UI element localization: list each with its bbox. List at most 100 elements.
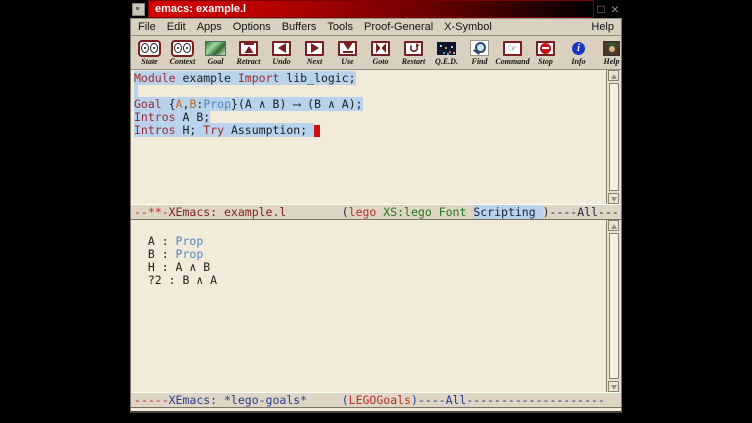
menu-item-tools[interactable]: Tools [327,21,353,33]
text-segment: A : [134,234,176,248]
toolbar-button-undo[interactable]: Undo [265,37,298,68]
toolbar-button-use[interactable]: Use [331,37,364,68]
modeline-goals: -----XEmacs: *lego-goals* (LEGOGoals)---… [131,392,621,408]
modeline-segment: )----All---- [543,205,621,219]
menu-item-help[interactable]: Help [591,21,614,33]
toolbar-button-context[interactable]: Context [166,37,199,68]
scroll-down-icon[interactable] [608,381,619,392]
modeline-segment: --**- [134,205,169,219]
script-buffer[interactable]: Module example Import lib_logic;Goal {A,… [131,70,621,204]
eyes-icon [138,40,161,57]
toolbar-button-label: Context [170,58,196,66]
text-segment: Assumption; [224,123,314,137]
next-arrow-icon [305,41,324,56]
toolbar-button-label: State [141,58,157,66]
scrollbar-thumb[interactable] [609,233,619,379]
modeline-segment: ( [307,393,349,407]
toolbar-button-goto[interactable]: Goto [364,37,397,68]
text-segment: Module [134,71,176,85]
toolbar-button-label: Goal [208,58,224,66]
buffer-line: Module example Import lib_logic; [134,72,604,85]
modeline-segment: Font [439,205,467,219]
toolbar-button-next[interactable]: Next [298,37,331,68]
toolbar-icon-slot [138,40,161,57]
window-title: emacs: example.l [155,3,246,15]
window-menu-button[interactable] [132,3,145,16]
scrollbar-thumb[interactable] [609,83,619,191]
toolbar-button-state[interactable]: State [133,37,166,68]
restart-cycle-icon [404,41,423,56]
magnifier-icon [470,40,489,56]
menu-item-options[interactable]: Options [233,21,271,33]
script-text: Module example Import lib_logic;Goal {A,… [134,72,604,137]
text-segment: { [162,97,176,111]
toolbar-icon-slot [371,40,390,57]
toolbar-icon-slot [205,40,226,57]
text-segment: }(A ∧ B) ⟶ (B ∧ A); [231,97,363,111]
goals-buffer[interactable]: A : Prop B : Prop H : A ∧ B ?2 : B ∧ A [131,220,621,392]
toolbar-icon-slot [239,40,258,57]
modeline-script: --**-XEmacs: example.l (lego XS:lego Fon… [131,204,621,220]
toolbar-button-goal[interactable]: Goal [199,37,232,68]
toolbar-button-label: Goto [373,58,389,66]
toolbar-icon-slot: ☞ [503,40,522,57]
stop-sign-icon [536,41,555,56]
modeline-segment: lego [349,205,377,219]
toolbar-button-info[interactable]: iInfo [562,37,595,68]
scroll-up-icon[interactable] [608,220,619,231]
goals-text: A : Prop B : Prop H : A ∧ B ?2 : B ∧ A [134,222,604,287]
modeline-segment: Scripting [473,205,542,219]
toolbar-button-label: Q.E.D. [435,58,458,66]
toolbar-icon-slot: i [572,40,585,57]
undo-arrow-icon [272,41,291,56]
title-row: emacs: example.l □ × [130,0,622,18]
eyes-icon [171,40,194,57]
toolbar-button-label: Command [495,58,529,66]
maximize-button[interactable]: □ [594,1,608,17]
toolbar-button-find[interactable]: Find [463,37,496,68]
toolbar-icon-slot [470,40,489,57]
title-bar[interactable]: emacs: example.l [148,0,594,18]
text-segment: Try [203,123,224,137]
minibuffer[interactable] [131,408,621,411]
menu-item-file[interactable]: File [138,21,156,33]
scrollbar-goals[interactable] [606,220,621,392]
buffer-line: Intros H; Try Assumption; [134,124,604,137]
modeline-segment: XEmacs: example.l [169,205,287,219]
scroll-up-icon[interactable] [608,70,619,81]
window-body: File Edit Apps Options Buffers Tools Proof-Gen… [130,18,622,413]
text-segment: Import [238,71,280,85]
toolbar-button-label: Undo [272,58,290,66]
toolbar-button-label: Help [604,58,620,66]
menu-item-proof-general[interactable]: Proof-General [364,21,433,33]
scroll-down-icon[interactable] [608,193,619,204]
toolbar-button-label: Next [307,58,323,66]
text-segment: Intros [134,110,176,124]
menu-item-buffers[interactable]: Buffers [282,21,317,33]
toolbar-button-stop[interactable]: Stop [529,37,562,68]
menu-item-x-symbol[interactable]: X-Symbol [444,21,492,33]
toolbar-button-command[interactable]: ☞ Command [496,37,529,68]
toolbar-button-label: Info [571,58,585,66]
toolbar-icon-slot [404,40,423,57]
text-segment: lib_logic; [279,71,355,85]
retract-arrow-icon [239,41,258,56]
menu-item-edit[interactable]: Edit [167,21,186,33]
menu-bar: File Edit Apps Options Buffers Tools Proof-Gen… [131,19,621,36]
toolbar-button-restart[interactable]: Restart [397,37,430,68]
modeline-segment: LEGOGoals [349,393,411,407]
scrollbar-script[interactable] [606,70,621,204]
toolbar-button-retract[interactable]: Retract [232,37,265,68]
text-segment: A [176,97,183,111]
pointing-hand-icon: ☞ [503,41,522,56]
toolbar-icon-slot [437,40,456,57]
toolbar-button-help[interactable]: Help [595,37,628,68]
toolbar-button-label: Retract [237,58,261,66]
toolbar-button-qed[interactable]: Q.E.D. [430,37,463,68]
menu-item-apps[interactable]: Apps [197,21,222,33]
close-button[interactable]: × [608,1,622,17]
toolbar: State Context Goal Retract Undo Next Use Goto Re… [131,36,621,70]
qed-stars-icon [437,42,456,55]
toolbar-icon-slot [603,40,620,57]
text-segment: Prop [203,97,231,111]
